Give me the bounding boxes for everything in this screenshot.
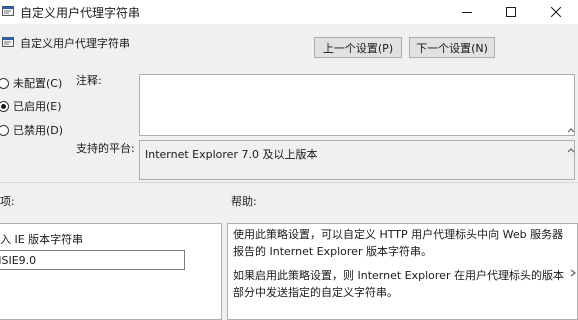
options-section-label: 选项: [0,195,15,208]
policy-title: 自定义用户代理字符串 [20,37,130,50]
help-paragraph: 使用此策略设置，可以自定义 HTTP 用户代理标头中向 Web 服务器报告的 I… [233,228,564,258]
close-icon [551,7,561,17]
scroll-right-arrow-icon[interactable] [569,269,577,277]
minimize-button[interactable] [445,0,489,24]
comment-label: 注释: [76,74,102,87]
radio-not-configured[interactable]: 未配置(C) [0,75,62,91]
previous-setting-button[interactable]: 上一个设置(P) [314,37,402,58]
help-section-label: 帮助: [231,195,257,208]
platform-box: Internet Explorer 7.0 及以上版本 [139,140,575,180]
version-input-value: MSIE9.0 [0,253,37,267]
platform-label: 支持的平台: [76,142,135,155]
maximize-button[interactable] [489,0,533,24]
close-button[interactable] [534,0,578,24]
radio-label-enabled: 已启用(E) [13,100,62,113]
radio-enabled[interactable]: 已启用(E) [0,98,62,114]
policy-settings-icon [2,6,14,16]
help-text: 使用此策略设置，可以自定义 HTTP 用户代理标头中向 Web 服务器报告的 I… [233,226,569,308]
radio-disabled[interactable]: 已禁用(D) [0,122,63,138]
radio-circle[interactable] [0,124,9,136]
section-divider [0,182,578,183]
next-setting-button[interactable]: 下一个设置(N) [409,37,495,58]
policy-settings-icon [2,37,14,47]
version-field-label: 输入 IE 版本字符串 [0,233,84,246]
window-title: 自定义用户代理字符串 [20,6,141,20]
radio-label-disabled: 已禁用(D) [13,124,64,137]
options-panel: 输入 IE 版本字符串 MSIE9.0 [0,223,222,320]
version-input[interactable]: MSIE9.0 [0,250,185,270]
help-panel: 使用此策略设置，可以自定义 HTTP 用户代理标头中向 Web 服务器报告的 I… [227,223,578,320]
radio-label-not-configured: 未配置(C) [13,77,63,90]
minimize-icon [462,12,472,13]
comment-textarea[interactable] [139,74,575,136]
radio-circle[interactable] [0,77,9,89]
maximize-icon [506,7,516,17]
scroll-up-arrow-icon[interactable] [566,146,576,156]
platform-value: Internet Explorer 7.0 及以上版本 [145,148,318,161]
help-paragraph: 如果启用此策略设置，则 Internet Explorer 在用户代理标头的版本… [233,269,564,299]
scroll-up-arrow-icon[interactable] [566,126,576,136]
radio-circle-selected[interactable] [0,100,9,112]
